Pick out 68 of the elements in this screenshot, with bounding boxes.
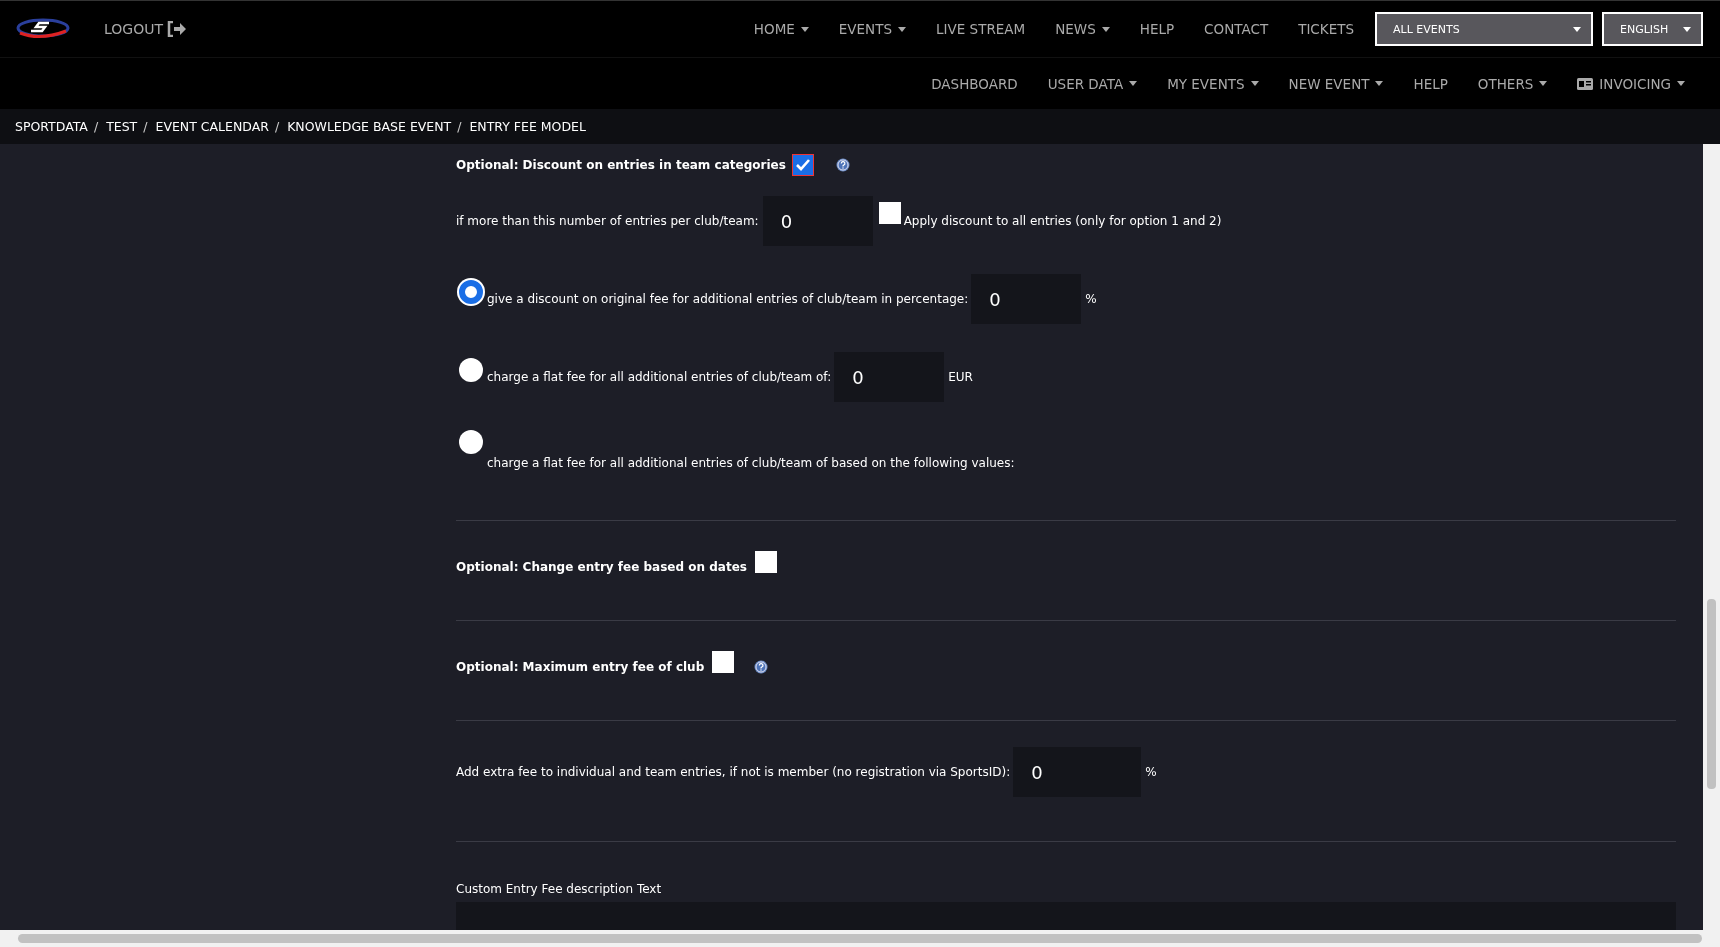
nav-link[interactable]: HOME (738, 21, 824, 37)
radio-label: charge a flat fee for all additional entries of club/team of: (487, 370, 832, 384)
caret-icon (1539, 81, 1548, 86)
breadcrumb-link[interactable]: ENTRY FEE MODEL (469, 119, 586, 134)
caret-icon (1573, 26, 1581, 32)
caret-icon (1101, 26, 1110, 32)
radio-label: charge a flat fee for all additional entries of club/team of based on the following values: (487, 456, 1015, 470)
nav-link[interactable]: NEWS (1040, 21, 1125, 37)
caret-icon (1250, 81, 1259, 86)
nav-link[interactable]: MY EVENTS (1152, 75, 1274, 92)
breadcrumb-link[interactable]: EVENT CALENDAR (155, 119, 269, 134)
caret-icon (1375, 81, 1384, 86)
field-label: Add extra fee to individual and team entries, if not is member (no registration via SportsID): (456, 765, 1011, 779)
section-title: Optional: Change entry fee based on dates (456, 559, 747, 574)
checkmark-icon (794, 158, 811, 172)
nav-link[interactable]: USER DATA (1032, 75, 1153, 92)
breadcrumb-separator: / (93, 119, 99, 134)
nav-link[interactable]: OTHERS (1462, 75, 1563, 92)
id-card-icon (1577, 77, 1594, 90)
breadcrumb-link[interactable]: SPORTDATA (15, 119, 88, 134)
nav-link[interactable]: HELP (1124, 21, 1190, 37)
nav-link[interactable]: CONTACT (1189, 21, 1284, 37)
breadcrumb-link[interactable]: TEST (106, 119, 138, 134)
nav-link[interactable]: LIVE STREAM (921, 21, 1041, 37)
input-field[interactable]: 0 (834, 352, 945, 402)
caret-icon (898, 26, 907, 32)
checkbox[interactable] (754, 551, 777, 573)
radio-button[interactable] (459, 430, 483, 454)
breadcrumb-separator: / (143, 119, 148, 134)
help-icon[interactable] (835, 158, 850, 172)
logo-icon[interactable] (16, 17, 70, 41)
section-title: Optional: Discount on entries in team categories (456, 158, 786, 172)
checkbox[interactable] (791, 154, 814, 176)
breadcrumb-separator: / (274, 119, 280, 134)
caret-icon (1129, 81, 1138, 86)
nav-link[interactable]: DASHBOARD (916, 75, 1033, 92)
input-field[interactable]: 0 (1013, 747, 1142, 797)
logout-link[interactable]: LOGOUT (104, 21, 187, 37)
unit-label: % (1145, 765, 1157, 779)
radio-label: give a discount on original fee for additional entries of club/team in percentage: (487, 292, 969, 306)
event-select[interactable]: ALL EVENTS (1375, 12, 1593, 46)
input-field[interactable]: 0 (762, 196, 873, 246)
nav-link[interactable]: EVENTS (823, 21, 922, 37)
caret-icon (800, 26, 809, 32)
nav-link[interactable]: NEW EVENT (1273, 75, 1399, 92)
field-label: if more than this number of entries per club/team: (456, 214, 759, 228)
breadcrumb-separator: / (457, 119, 462, 134)
vertical-scrollbar[interactable] (1703, 144, 1720, 930)
section-title: Optional: Maximum entry fee of club (456, 659, 705, 674)
caret-icon (1677, 81, 1685, 86)
nav-link[interactable]: INVOICING (1562, 75, 1700, 92)
checkbox[interactable] (712, 651, 735, 673)
unit-label: EUR (948, 370, 973, 384)
logout-icon (167, 21, 187, 37)
input-field[interactable]: 0 (971, 274, 1082, 324)
language-select[interactable]: ENGLISH (1602, 12, 1703, 46)
checkbox-label: Apply discount to all entries (only for option 1 and 2) (903, 214, 1222, 228)
nav-link[interactable]: TICKETS (1283, 21, 1369, 37)
field-label: Custom Entry Fee description Text (456, 882, 662, 896)
checkbox[interactable] (878, 202, 901, 224)
help-icon[interactable] (754, 659, 769, 674)
caret-icon (1683, 26, 1691, 32)
horizontal-scrollbar[interactable] (0, 930, 1720, 947)
breadcrumb-link[interactable]: KNOWLEDGE BASE EVENT (287, 119, 452, 134)
radio-button[interactable] (459, 358, 483, 382)
nav-link[interactable]: HELP (1398, 75, 1463, 92)
radio-button[interactable] (459, 280, 483, 304)
unit-label: % (1085, 292, 1097, 306)
